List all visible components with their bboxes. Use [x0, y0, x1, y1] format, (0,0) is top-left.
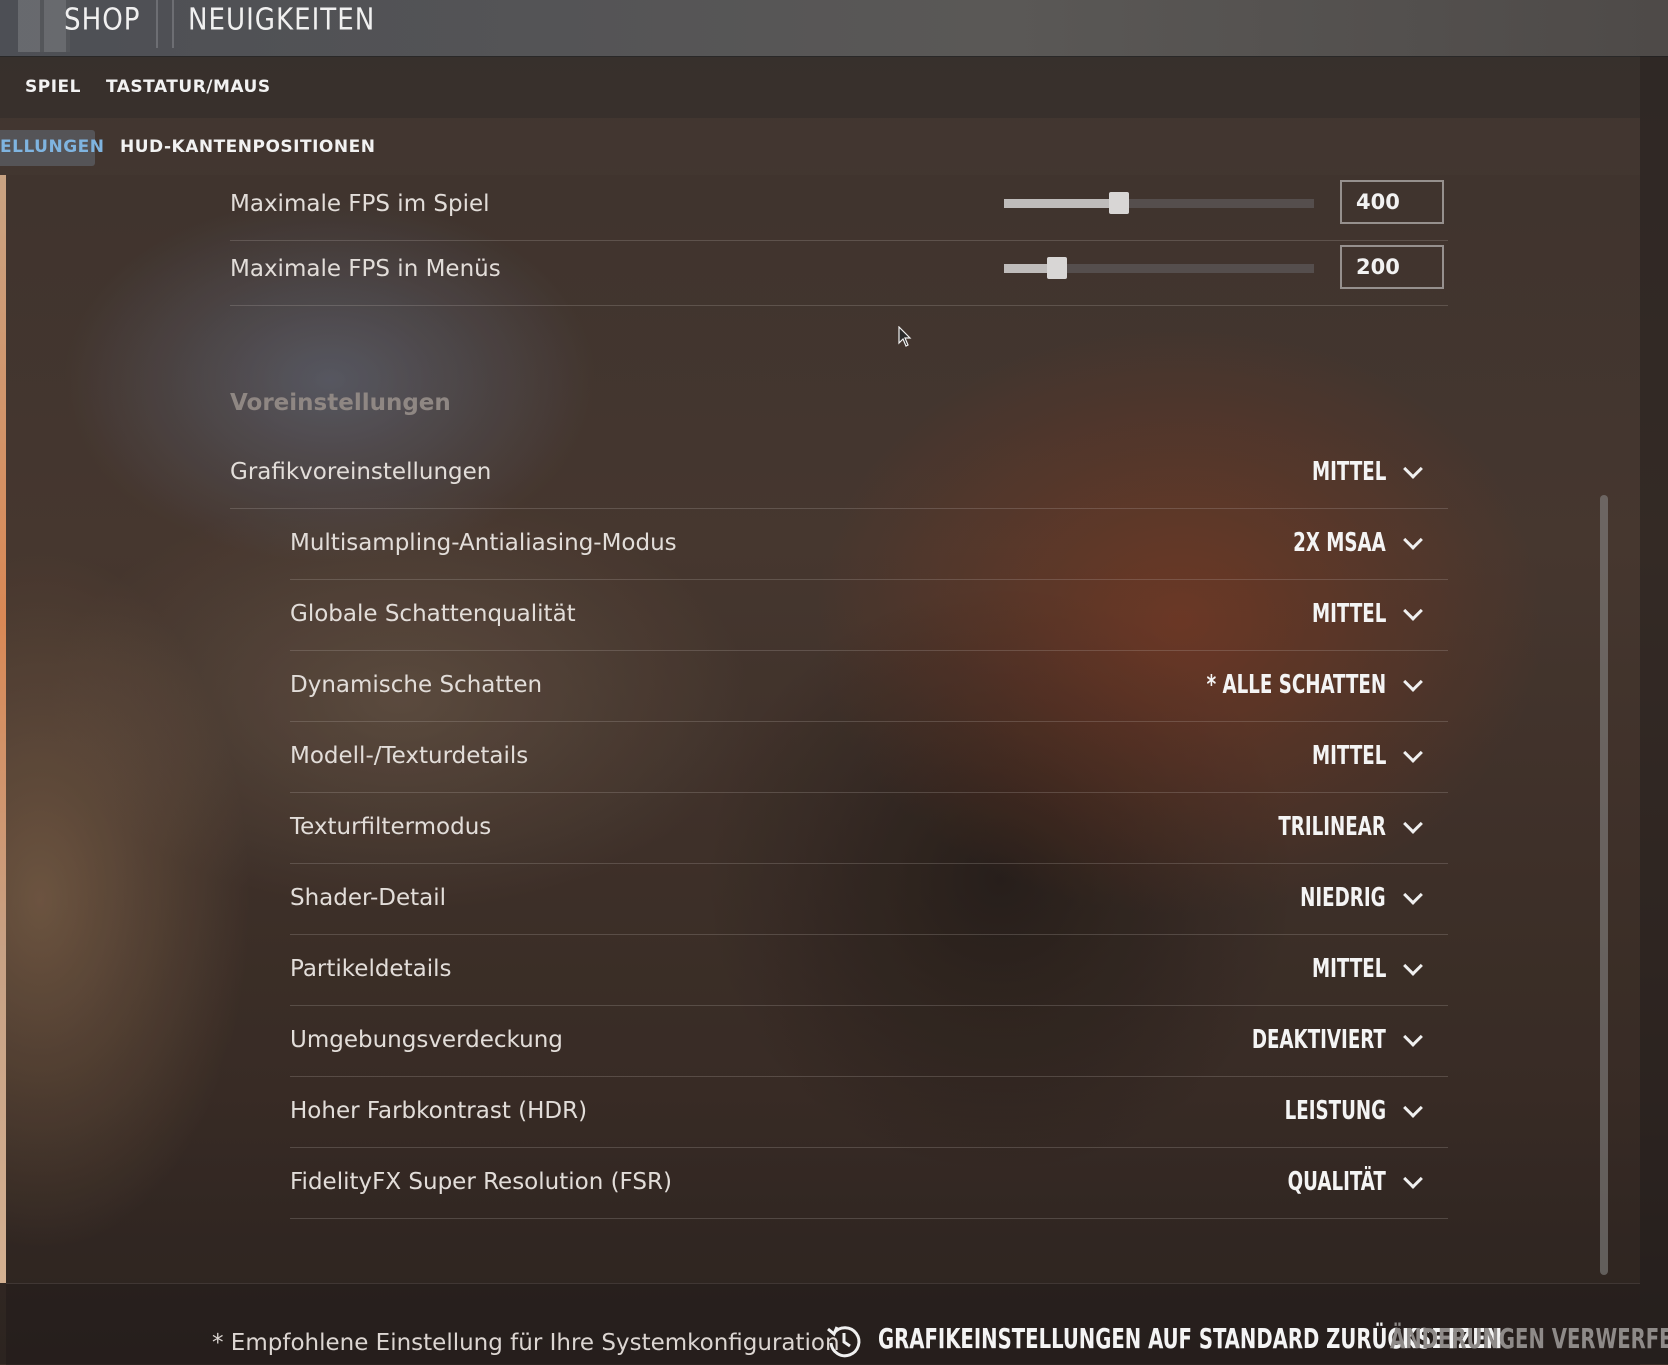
- menu-grid-icon[interactable]: [18, 0, 70, 52]
- chevron-down-icon: [1402, 958, 1424, 980]
- setting-label: Dynamische Schatten: [290, 672, 543, 698]
- setting-label: Umgebungsverdeckung: [290, 1027, 563, 1053]
- chevron-down-icon: [1402, 603, 1424, 625]
- setting-label: Shader-Detail: [290, 885, 447, 911]
- chevron-down-icon: [1402, 461, 1424, 483]
- setting-value: TRILINEAR: [1278, 812, 1386, 842]
- graphics-preset-label: Grafikvoreinstellungen: [230, 459, 492, 485]
- fps-menu-row: Maximale FPS in Menüs 200: [230, 233, 1448, 306]
- graphics-preset-value: MITTEL: [1311, 457, 1386, 487]
- setting-value: * ALLE SCHATTEN: [1206, 670, 1386, 700]
- setting-value: LEISTUNG: [1284, 1096, 1386, 1126]
- chevron-down-icon: [1402, 1100, 1424, 1122]
- setting-dropdown[interactable]: QUALITÄT: [1260, 1146, 1424, 1218]
- setting-row[interactable]: Multisampling-Antialiasing-Modus 2X MSAA: [290, 507, 1448, 580]
- fps-menu-slider-handle[interactable]: [1047, 257, 1067, 279]
- fps-menu-input[interactable]: 200: [1340, 245, 1444, 289]
- setting-row[interactable]: Dynamische Schatten * ALLE SCHATTEN: [290, 649, 1448, 722]
- setting-dropdown[interactable]: MITTEL: [1291, 933, 1424, 1005]
- top-news-link[interactable]: NEUIGKEITEN: [188, 0, 375, 38]
- setting-label: Texturfiltermodus: [290, 814, 492, 840]
- chevron-down-icon: [1402, 674, 1424, 696]
- right-edge-panel: [1640, 56, 1668, 1364]
- chevron-down-icon: [1402, 532, 1424, 554]
- setting-value: NIEDRIG: [1300, 883, 1386, 913]
- setting-label: Partikeldetails: [290, 956, 452, 982]
- scrollbar[interactable]: [1600, 495, 1608, 1275]
- tab-graphics-settings-label[interactable]: ELLUNGEN: [0, 137, 105, 157]
- setting-row[interactable]: Shader-Detail NIEDRIG: [290, 862, 1448, 935]
- fps-ingame-row: Maximale FPS im Spiel 400: [230, 168, 1448, 241]
- setting-row[interactable]: Partikeldetails MITTEL: [290, 933, 1448, 1006]
- chevron-down-icon: [1402, 887, 1424, 909]
- setting-value: 2X MSAA: [1293, 528, 1386, 558]
- setting-dropdown[interactable]: DEAKTIVIERT: [1214, 1004, 1424, 1076]
- setting-value: DEAKTIVIERT: [1251, 1025, 1386, 1055]
- reset-history-icon[interactable]: [826, 1323, 862, 1359]
- tab-keyboard-mouse[interactable]: TASTATUR/MAUS: [106, 77, 271, 97]
- setting-label: Hoher Farbkontrast (HDR): [290, 1098, 588, 1124]
- setting-row[interactable]: Texturfiltermodus TRILINEAR: [290, 791, 1448, 864]
- chevron-down-icon: [1402, 816, 1424, 838]
- fps-menu-slider[interactable]: [1004, 257, 1314, 279]
- chevron-down-icon: [1402, 745, 1424, 767]
- fps-ingame-slider-handle[interactable]: [1109, 192, 1129, 214]
- chevron-down-icon: [1402, 1171, 1424, 1193]
- tab-game[interactable]: SPIEL: [25, 77, 81, 97]
- setting-value: MITTEL: [1311, 599, 1386, 629]
- setting-dropdown[interactable]: MITTEL: [1291, 720, 1424, 792]
- setting-label: Modell-/Texturdetails: [290, 743, 529, 769]
- settings-main-nav: SPIEL TASTATUR/MAUS: [0, 56, 1640, 118]
- fps-ingame-slider[interactable]: [1004, 192, 1314, 214]
- setting-row[interactable]: FidelityFX Super Resolution (FSR) QUALITÄ…: [290, 1146, 1448, 1219]
- setting-dropdown[interactable]: TRILINEAR: [1248, 791, 1424, 863]
- setting-dropdown[interactable]: 2X MSAA: [1267, 507, 1424, 579]
- setting-dropdown[interactable]: LEISTUNG: [1256, 1075, 1424, 1147]
- setting-value: MITTEL: [1311, 954, 1386, 984]
- graphics-preset-row[interactable]: Grafikvoreinstellungen MITTEL: [230, 436, 1448, 509]
- setting-value: MITTEL: [1311, 741, 1386, 771]
- discard-changes-button[interactable]: ÄNDERUNGEN VERWERFEN: [1390, 1322, 1668, 1355]
- setting-label: FidelityFX Super Resolution (FSR): [290, 1169, 672, 1195]
- fps-ingame-slider-fill: [1004, 199, 1119, 208]
- top-divider: [156, 0, 174, 48]
- setting-row[interactable]: Umgebungsverdeckung DEAKTIVIERT: [290, 1004, 1448, 1077]
- fps-ingame-label: Maximale FPS im Spiel: [230, 191, 490, 217]
- setting-dropdown[interactable]: MITTEL: [1291, 578, 1424, 650]
- chevron-down-icon: [1402, 1029, 1424, 1051]
- graphics-preset-dropdown[interactable]: MITTEL: [1291, 436, 1424, 508]
- setting-value: QUALITÄT: [1287, 1167, 1386, 1197]
- fps-ingame-input[interactable]: 400: [1340, 180, 1444, 224]
- presets-section-title: Voreinstellungen: [230, 390, 451, 416]
- setting-dropdown[interactable]: * ALLE SCHATTEN: [1156, 649, 1424, 721]
- setting-dropdown[interactable]: NIEDRIG: [1276, 862, 1424, 934]
- setting-label: Multisampling-Antialiasing-Modus: [290, 530, 677, 556]
- setting-label: Globale Schattenqualität: [290, 601, 576, 627]
- setting-row[interactable]: Modell-/Texturdetails MITTEL: [290, 720, 1448, 793]
- tab-hud-edge-positions[interactable]: HUD-KANTENPOSITIONEN: [120, 137, 375, 157]
- fps-menu-label: Maximale FPS in Menüs: [230, 256, 501, 282]
- mouse-cursor-icon: [898, 326, 912, 347]
- top-bar: SHOP NEUIGKEITEN: [0, 0, 1668, 57]
- setting-row[interactable]: Globale Schattenqualität MITTEL: [290, 578, 1448, 651]
- recommended-setting-note: * Empfohlene Einstellung für Ihre System…: [212, 1330, 840, 1356]
- setting-row[interactable]: Hoher Farbkontrast (HDR) LEISTUNG: [290, 1075, 1448, 1148]
- top-shop-link[interactable]: SHOP: [64, 0, 140, 38]
